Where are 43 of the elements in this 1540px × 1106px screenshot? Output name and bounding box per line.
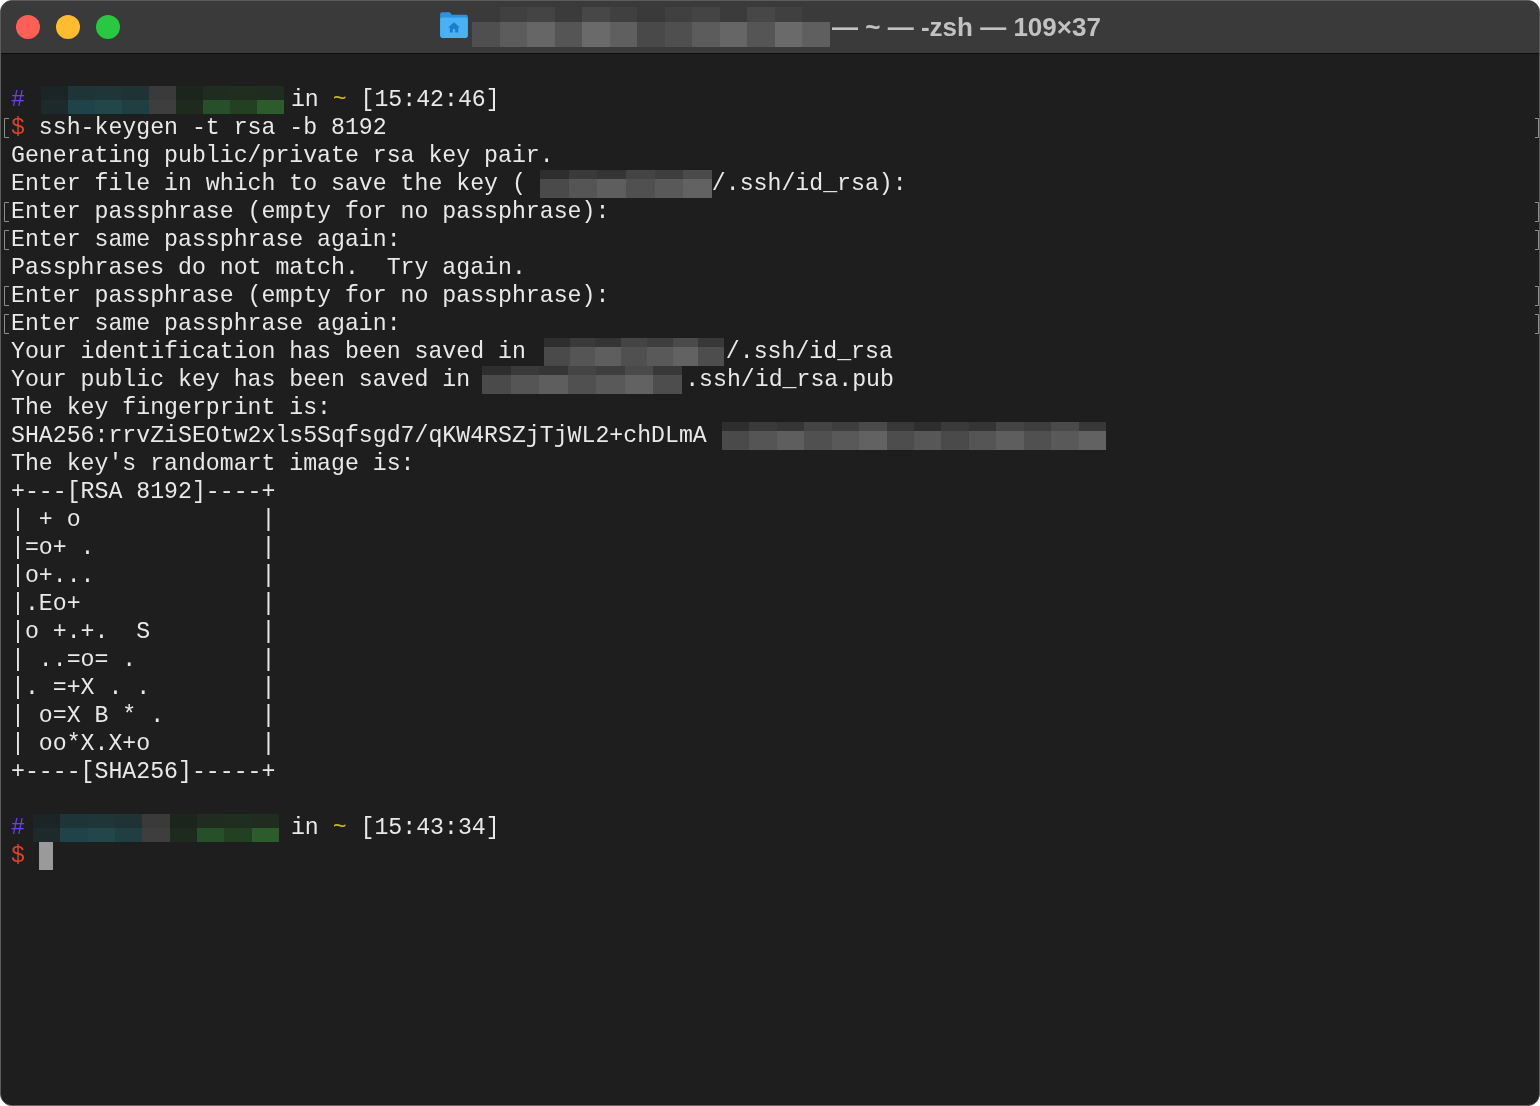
randomart-line: |o +.+. S | [11, 618, 276, 646]
command-text: ssh-keygen -t rsa -b 8192 [38, 114, 387, 142]
home-folder-icon [439, 11, 470, 38]
randomart-line: +---[RSA 8192]----+ [11, 478, 276, 506]
terminal-text: Passphrases do not match. Try again. [11, 254, 526, 282]
terminal-text: in [290, 86, 319, 114]
terminal-text: in [290, 814, 319, 842]
terminal-text: Enter same passphrase again: [11, 226, 401, 254]
randomart-line: | + o | [11, 506, 276, 534]
terminal-text: /.ssh/id_rsa): [711, 170, 907, 198]
window-title: — ~ — -zsh — 109×37 [832, 12, 1101, 42]
terminal-text: The key fingerprint is: [11, 394, 332, 422]
randomart-line: | oo*X.X+o | [11, 730, 276, 758]
timestamp: [15:43:34] [360, 814, 500, 842]
randomart-line: | o=X B * . | [11, 702, 276, 730]
minimize-button[interactable] [56, 15, 80, 39]
randomart-line: |o+... | [11, 562, 276, 590]
prompt-symbol: $ [11, 114, 25, 142]
terminal-text: .ssh/id_rsa.pub [685, 366, 894, 394]
prompt-symbol: # [11, 86, 25, 114]
prompt-symbol: # [11, 814, 25, 842]
directory-name: ~ [332, 814, 347, 842]
randomart-line: |.Eo+ | [11, 590, 276, 618]
timestamp: [15:42:46] [360, 86, 500, 114]
terminal-text: The key's randomart image is: [11, 450, 415, 478]
terminal-text: /.ssh/id_rsa [725, 338, 893, 366]
terminal-text: Enter passphrase (empty for no passphrase): [11, 198, 610, 226]
terminal-text: Generating public/private rsa key pair. [11, 142, 554, 170]
terminal-text: SHA256:rrvZiSEOtw2xls5Sqfsgd7/qKW4RSZjTjWL2+chDLmA [11, 422, 707, 450]
terminal-text: Your public key has been saved in [11, 366, 471, 394]
close-button[interactable] [16, 15, 40, 39]
randomart-line: |. =+X . . | [11, 674, 276, 702]
directory-name: ~ [332, 86, 347, 114]
prompt-symbol: $ [11, 842, 25, 870]
cursor-icon [38, 842, 53, 870]
terminal-text: Enter same passphrase again: [11, 310, 401, 338]
terminal-text: Enter file in which to save the key ( [11, 170, 526, 198]
randomart-line: +----[SHA256]-----+ [11, 758, 276, 786]
randomart-line: |=o+ . | [11, 534, 276, 562]
terminal-text: Your identification has been saved in [11, 338, 526, 366]
zoom-button[interactable] [96, 15, 120, 39]
terminal-text: Enter passphrase (empty for no passphrase): [11, 282, 610, 310]
randomart-line: | ..=o= . | [11, 646, 276, 674]
